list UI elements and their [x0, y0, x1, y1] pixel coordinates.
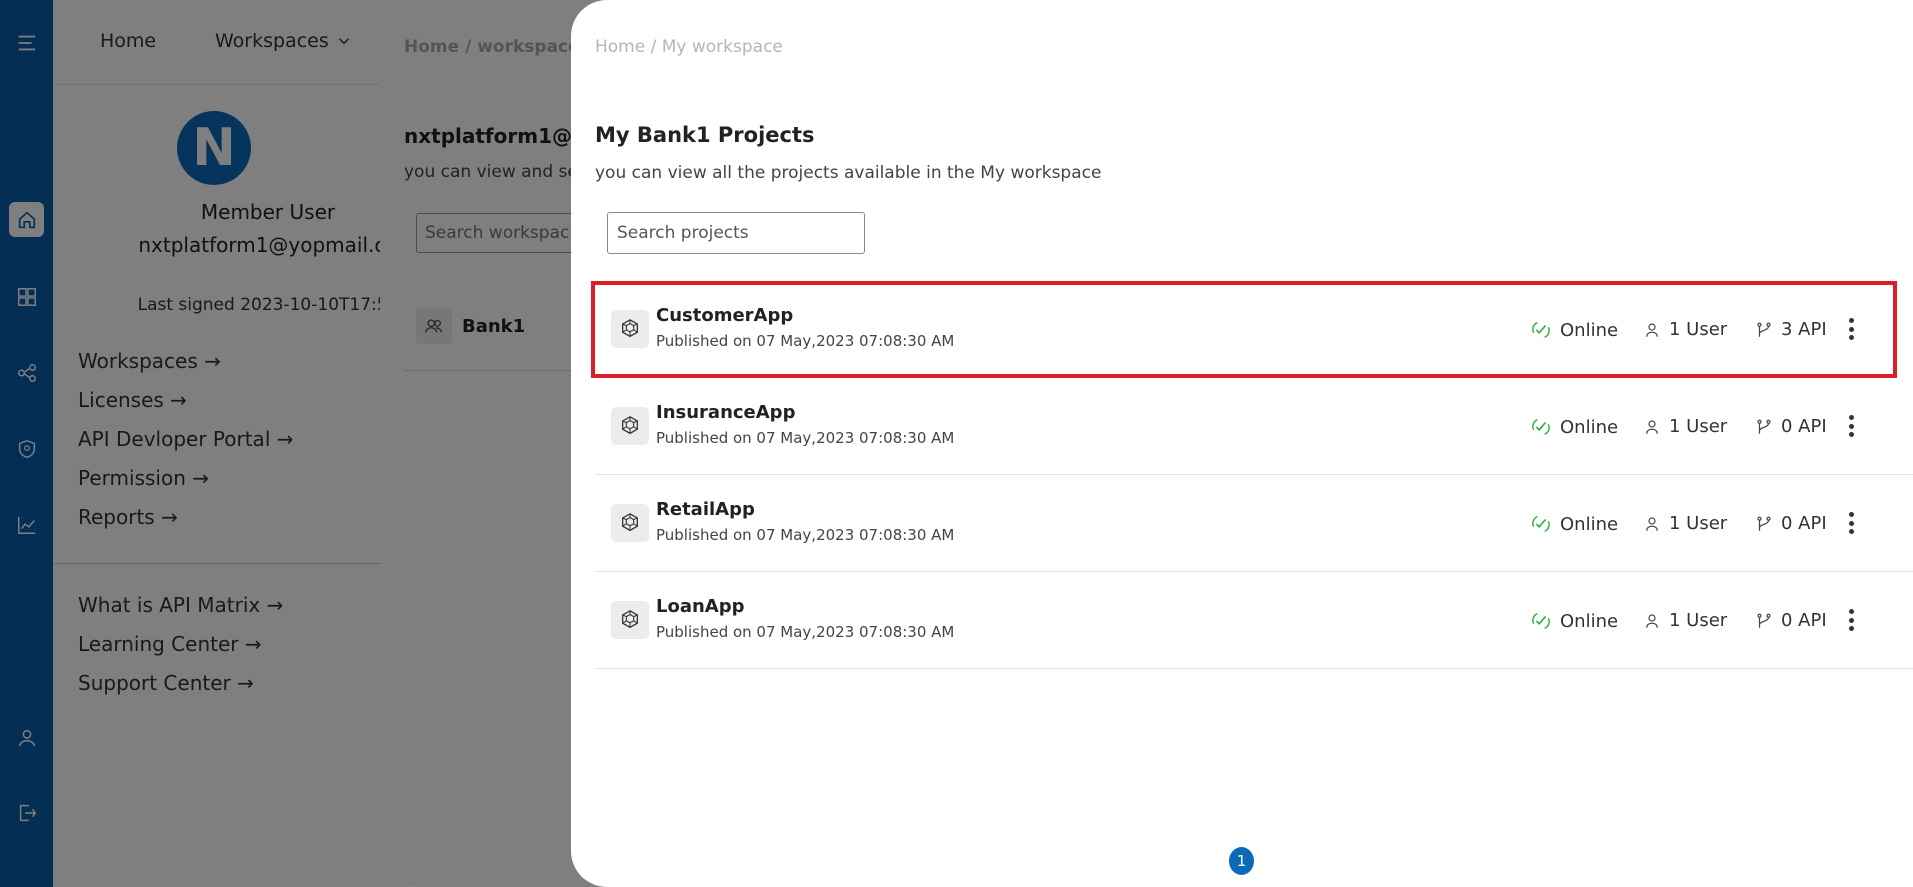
breadcrumb-home[interactable]: Home — [595, 37, 645, 57]
project-users: 1 User — [1643, 416, 1727, 437]
more-options-icon[interactable] — [1841, 315, 1861, 343]
project-users: 1 User — [1643, 610, 1727, 631]
project-status: Online — [1530, 513, 1618, 535]
project-published: Published on 07 May,2023 07:08:30 AM — [656, 623, 955, 641]
project-published: Published on 07 May,2023 07:08:30 AM — [656, 332, 955, 350]
more-options-icon[interactable] — [1841, 412, 1861, 440]
app-cube-icon — [611, 407, 649, 445]
page-subtitle: you can view all the projects available … — [595, 163, 1102, 183]
project-status-label: Online — [1560, 319, 1619, 341]
project-apis-label: 0 API — [1781, 416, 1827, 437]
online-status-icon — [1532, 418, 1550, 436]
project-name[interactable]: InsuranceApp — [656, 402, 795, 423]
project-status: Online — [1530, 610, 1618, 632]
project-apis: 0 API — [1755, 513, 1827, 534]
breadcrumb-current: My workspace — [661, 37, 783, 57]
project-status: Online — [1530, 416, 1618, 438]
project-users-label: 1 User — [1669, 416, 1728, 437]
project-status-label: Online — [1560, 610, 1619, 632]
more-options-icon[interactable] — [1841, 606, 1861, 634]
project-status-label: Online — [1560, 416, 1619, 438]
branch-icon — [1757, 516, 1771, 531]
project-row[interactable]: CustomerApp Published on 07 May,2023 07:… — [591, 281, 1897, 378]
projects-list: CustomerApp Published on 07 May,2023 07:… — [591, 281, 1913, 669]
projects-drawer: Home / My workspace My Bank1 Projects yo… — [571, 0, 1913, 887]
project-users-label: 1 User — [1669, 319, 1728, 340]
project-row[interactable]: RetailApp Published on 07 May,2023 07:08… — [595, 475, 1913, 572]
user-icon — [1646, 516, 1658, 531]
page-title: My Bank1 Projects — [595, 123, 815, 147]
project-apis: 0 API — [1755, 416, 1827, 437]
project-status-label: Online — [1560, 513, 1619, 535]
project-apis: 0 API — [1755, 610, 1827, 631]
app-cube-icon — [611, 601, 649, 639]
pagination-page-button[interactable]: 1 — [1229, 847, 1254, 875]
project-name[interactable]: CustomerApp — [656, 305, 793, 326]
online-status-icon — [1532, 321, 1550, 339]
search-projects-input[interactable] — [607, 212, 865, 254]
user-icon — [1646, 613, 1658, 628]
branch-icon — [1757, 419, 1771, 434]
project-users-label: 1 User — [1669, 513, 1728, 534]
user-icon — [1646, 322, 1658, 337]
project-apis-label: 0 API — [1781, 513, 1827, 534]
project-row[interactable]: InsuranceApp Published on 07 May,2023 07… — [595, 378, 1913, 475]
branch-icon — [1757, 613, 1771, 628]
project-row[interactable]: LoanApp Published on 07 May,2023 07:08:3… — [595, 572, 1913, 669]
breadcrumb: Home / My workspace — [595, 37, 783, 57]
user-icon — [1646, 419, 1658, 434]
project-users: 1 User — [1643, 319, 1727, 340]
project-apis-label: 0 API — [1781, 610, 1827, 631]
project-users: 1 User — [1643, 513, 1727, 534]
project-apis-label: 3 API — [1781, 319, 1827, 340]
project-name[interactable]: RetailApp — [656, 499, 755, 520]
project-status: Online — [1530, 319, 1618, 341]
app-cube-icon — [611, 310, 649, 348]
breadcrumb-separator: / — [645, 37, 662, 57]
online-status-icon — [1532, 515, 1550, 533]
project-apis: 3 API — [1755, 319, 1827, 340]
app-cube-icon — [611, 504, 649, 542]
project-users-label: 1 User — [1669, 610, 1728, 631]
online-status-icon — [1532, 612, 1550, 630]
more-options-icon[interactable] — [1841, 509, 1861, 537]
branch-icon — [1757, 322, 1771, 337]
project-published: Published on 07 May,2023 07:08:30 AM — [656, 429, 955, 447]
project-name[interactable]: LoanApp — [656, 596, 745, 617]
project-published: Published on 07 May,2023 07:08:30 AM — [656, 526, 955, 544]
